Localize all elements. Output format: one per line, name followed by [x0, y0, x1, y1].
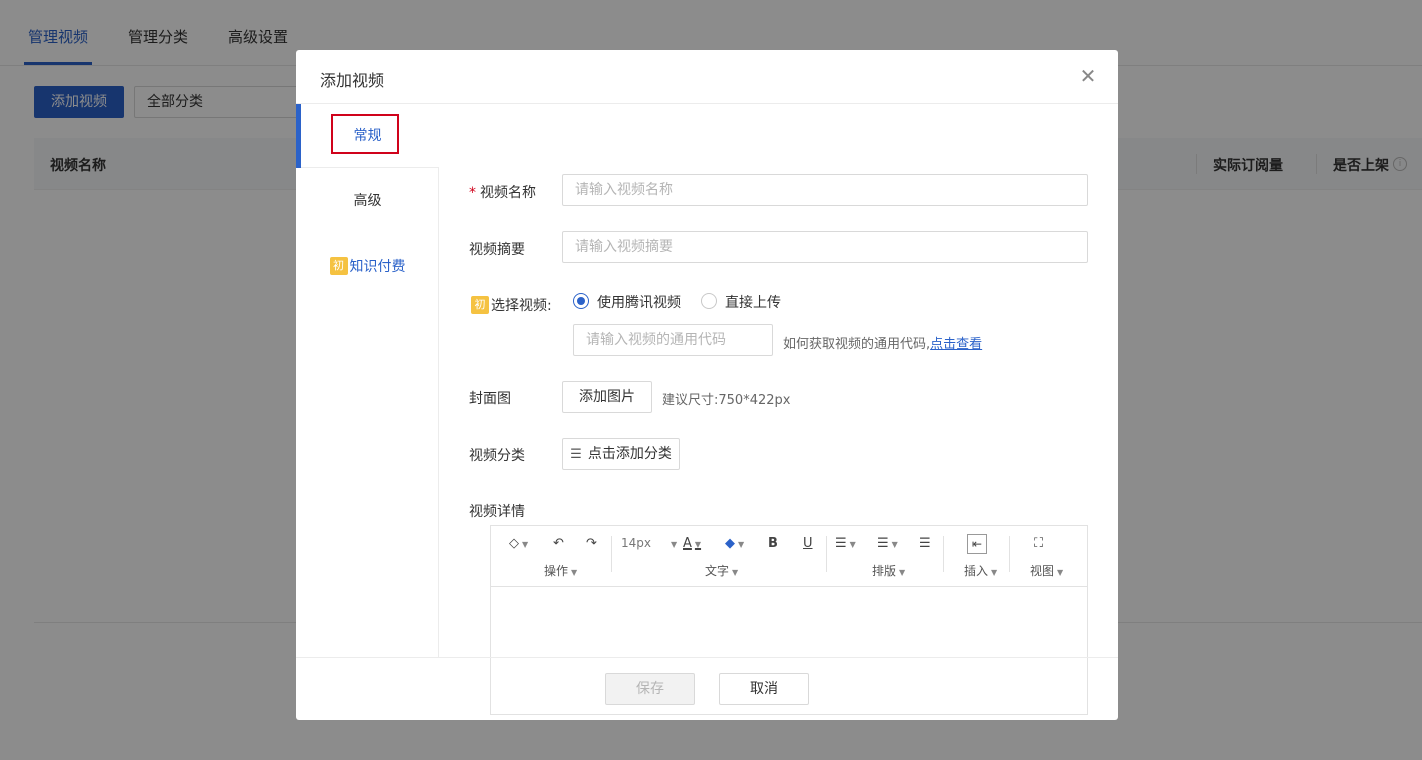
video-name-label: * 视频名称: [469, 185, 536, 201]
underline-icon[interactable]: U: [803, 536, 813, 551]
modal-title: 添加视频: [320, 71, 385, 90]
line-height-icon[interactable]: ☰: [919, 536, 931, 551]
side-nav-advanced-label: 高级: [353, 193, 382, 209]
add-video-modal: 添加视频 ✕ 常规 高级 初知识付费 *视频名称 视频摘要 初选择视频: 使用腾…: [296, 50, 1118, 720]
toolbar-divider: [826, 536, 827, 572]
radio-unchecked-icon: [701, 293, 717, 309]
video-name-input[interactable]: [562, 174, 1088, 206]
category-label: 视频分类: [469, 448, 525, 464]
toolbar-divider: [1009, 536, 1010, 572]
toolbar-group-insert[interactable]: 插入 ▼: [964, 562, 997, 579]
add-category-button[interactable]: ☰ 点击添加分类: [562, 438, 680, 470]
radio-checked-icon: [573, 293, 589, 309]
side-nav-general[interactable]: 常规: [296, 104, 439, 168]
side-nav-general-label: 常规: [353, 128, 382, 144]
toolbar-group-view[interactable]: 视图 ▼: [1030, 562, 1063, 579]
redo-icon[interactable]: ↷: [586, 536, 597, 551]
add-image-button[interactable]: 添加图片: [562, 381, 652, 413]
video-form: *视频名称 视频摘要 初选择视频: 使用腾讯视频 直接上传 如何获取视频的通用代…: [439, 104, 1118, 715]
save-button[interactable]: 保存: [605, 673, 695, 705]
beginner-badge-icon: 初: [471, 296, 489, 314]
toolbar-group-operation[interactable]: 操作 ▼: [544, 562, 577, 579]
side-nav-advanced[interactable]: 高级: [296, 169, 439, 233]
side-nav-paid-knowledge[interactable]: 初知识付费: [296, 235, 439, 299]
radio-tencent-video[interactable]: 使用腾讯视频: [573, 293, 681, 313]
video-code-hint: 如何获取视频的通用代码,点击查看: [783, 337, 983, 352]
select-video-label: 初选择视频:: [471, 295, 552, 315]
video-detail-label: 视频详情: [469, 504, 525, 520]
editor-toolbar: ◇ ▼ ↶ ↷ 操作 ▼ 14px ▼ A ▼ ◆ ▼ B U 文字 ▼ ☰ ▼ ☰ ▼ ☰ 排…: [491, 526, 1087, 587]
toolbar-group-layout[interactable]: 排版 ▼: [872, 562, 905, 579]
undo-icon[interactable]: ↶: [553, 536, 564, 551]
indent-icon[interactable]: ☰ ▼: [877, 536, 898, 551]
cancel-button[interactable]: 取消: [719, 673, 809, 705]
view-help-link[interactable]: 点击查看: [930, 337, 982, 352]
font-size-select[interactable]: 14px ▼: [621, 536, 677, 550]
font-color-icon[interactable]: A ▼: [683, 536, 701, 551]
list-icon: ☰: [570, 447, 582, 462]
highlight-color-icon[interactable]: ◆ ▼: [725, 536, 744, 551]
modal-side-nav: 常规 高级 初知识付费: [296, 104, 439, 658]
modal-header: 添加视频 ✕: [296, 50, 1118, 104]
side-nav-paid-label: 知识付费: [349, 259, 406, 275]
bold-icon[interactable]: B: [768, 536, 778, 551]
eraser-icon[interactable]: ◇ ▼: [509, 536, 528, 551]
video-summary-input[interactable]: [562, 231, 1088, 263]
video-summary-label: 视频摘要: [469, 242, 525, 258]
fullscreen-icon[interactable]: ⛶: [1034, 536, 1043, 551]
video-source-radio-group: 使用腾讯视频 直接上传: [573, 293, 973, 313]
beginner-badge-icon: 初: [329, 257, 348, 275]
active-indicator: [296, 104, 301, 168]
close-icon[interactable]: ✕: [1078, 66, 1098, 86]
cover-size-hint: 建议尺寸:750*422px: [662, 393, 791, 408]
toolbar-group-text[interactable]: 文字 ▼: [705, 562, 738, 579]
modal-footer: 保存 取消: [296, 657, 1118, 720]
required-mark: *: [469, 185, 476, 201]
insert-icon[interactable]: ⇤: [967, 534, 987, 554]
toolbar-divider: [943, 536, 944, 572]
toolbar-divider: [611, 536, 612, 572]
cover-label: 封面图: [469, 391, 511, 407]
align-icon[interactable]: ☰ ▼: [835, 536, 856, 551]
video-code-input[interactable]: [573, 324, 773, 356]
radio-direct-upload[interactable]: 直接上传: [701, 293, 781, 313]
